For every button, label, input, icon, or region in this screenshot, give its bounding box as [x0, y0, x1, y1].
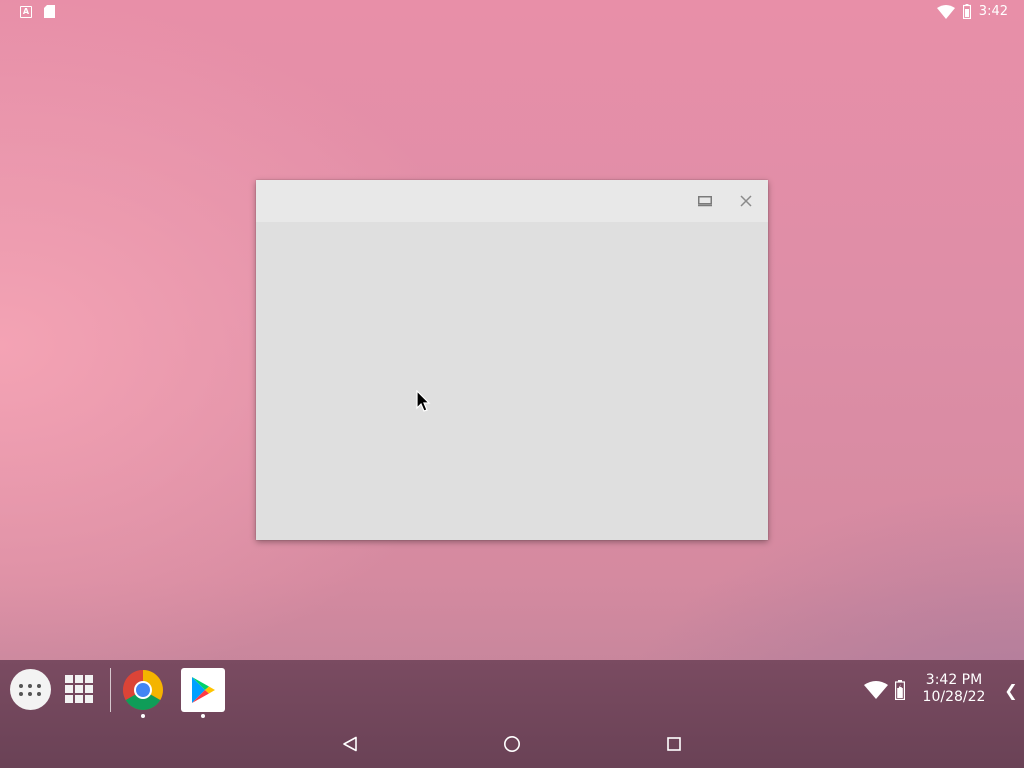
- home-icon: [504, 736, 520, 752]
- window-caption-bar[interactable]: [256, 180, 768, 222]
- play-store-app-button[interactable]: [181, 668, 225, 712]
- play-store-icon: [192, 677, 215, 703]
- taskbar-divider: [110, 668, 111, 712]
- app-window[interactable]: [256, 180, 768, 540]
- restore-button[interactable]: [694, 191, 716, 211]
- tray-clock[interactable]: 3:42 PM 10/28/22: [918, 672, 990, 706]
- notification-letter: A: [22, 6, 30, 16]
- taskbar-apps-row: 3:42 PM 10/28/22 ❮: [0, 660, 1024, 720]
- overview-grid-button[interactable]: [64, 674, 94, 704]
- battery-icon: [962, 4, 971, 19]
- status-clock: 3:42: [978, 4, 1008, 19]
- text-notification-icon: A: [20, 5, 32, 18]
- battery-icon: [895, 680, 905, 700]
- grid-icon: [65, 675, 93, 703]
- chrome-icon: [123, 670, 163, 710]
- app-drawer-dots-icon: [19, 683, 42, 696]
- taskbar: 3:42 PM 10/28/22 ❮: [0, 660, 1024, 768]
- chrome-running-indicator: [141, 714, 145, 718]
- navigation-bar: [0, 720, 1024, 768]
- tray-time: 3:42 PM: [925, 672, 983, 688]
- tray-battery-button[interactable]: [894, 680, 906, 700]
- sd-card-icon: [44, 5, 55, 18]
- close-icon: [740, 195, 752, 207]
- back-icon: [343, 736, 357, 752]
- status-bar: A 3:42: [0, 0, 1024, 24]
- play-store-running-indicator: [201, 714, 205, 718]
- chrome-app-button[interactable]: [121, 668, 165, 712]
- recents-button[interactable]: [662, 732, 686, 756]
- app-drawer-button[interactable]: [10, 669, 51, 710]
- wifi-icon: [936, 4, 955, 19]
- recents-icon: [667, 737, 681, 751]
- window-content[interactable]: [256, 222, 768, 540]
- wifi-icon: [864, 681, 888, 699]
- tray-wifi-button[interactable]: [864, 680, 888, 700]
- restore-icon: [698, 196, 712, 207]
- tray-expand-button[interactable]: ❮: [1002, 678, 1020, 702]
- close-button[interactable]: [735, 191, 757, 211]
- tray-date: 10/28/22: [922, 689, 986, 705]
- chevron-left-icon: ❮: [1004, 680, 1018, 700]
- back-button[interactable]: [338, 732, 362, 756]
- mouse-cursor-icon: [416, 390, 431, 412]
- home-button[interactable]: [500, 732, 524, 756]
- status-notifications: A: [20, 5, 55, 18]
- status-system-icons: 3:42: [936, 4, 1008, 19]
